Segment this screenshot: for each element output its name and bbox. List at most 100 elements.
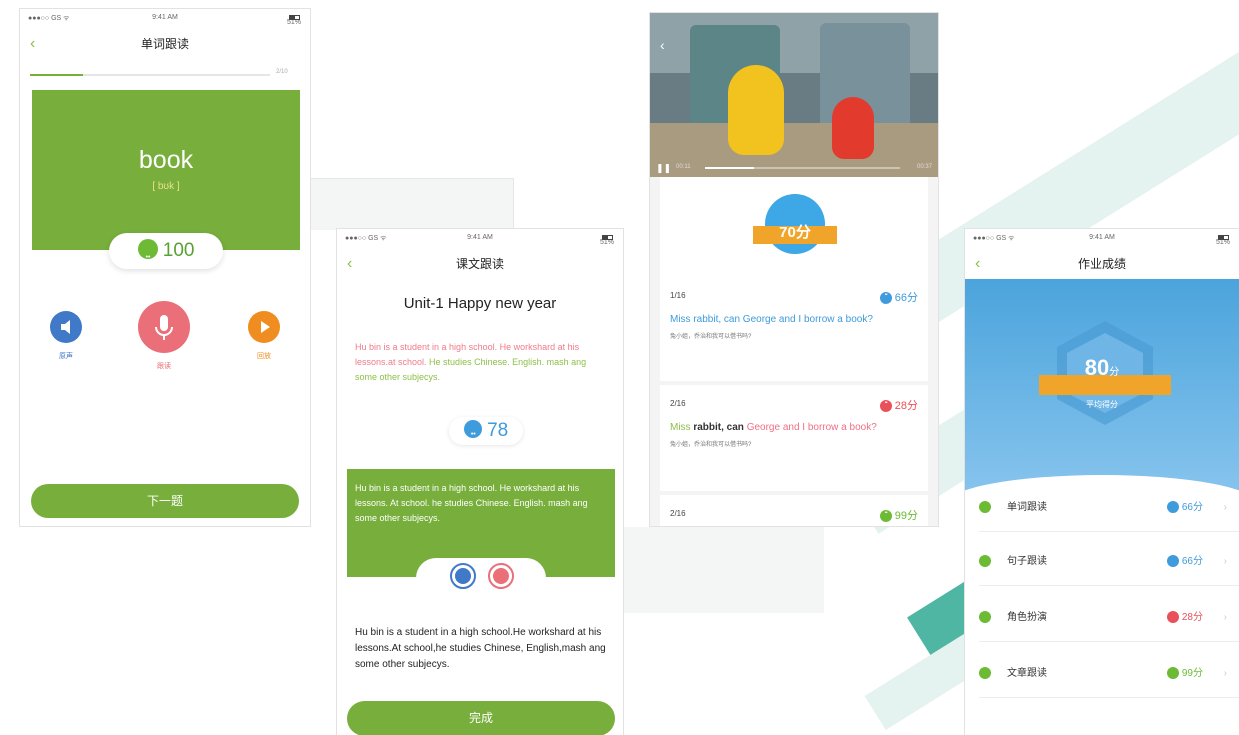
score-item-label: 单词跟读 xyxy=(1007,502,1047,513)
speaker-button[interactable] xyxy=(450,563,476,589)
average-label: 平均得分 xyxy=(1086,400,1118,409)
sentence-result-row[interactable]: 2/16 99分 xyxy=(660,495,928,526)
sentence-score-value: 28分 xyxy=(894,400,918,412)
battery-icon xyxy=(1218,234,1229,240)
phonetic-text: [ bʊk ] xyxy=(152,181,180,192)
status-bar: ●●●○○ GS ᯤ 9:41 AM 51% xyxy=(20,9,310,27)
back-chevron-icon[interactable]: ‹ xyxy=(347,251,352,277)
status-bar: ●●●○○ GS ᯤ 9:41 AM 51% xyxy=(965,229,1239,247)
score-item-word[interactable]: 单词跟读 66分 › xyxy=(979,484,1239,549)
sentence-english: Miss rabbit, can George and I borrow a b… xyxy=(670,314,873,325)
document-icon xyxy=(979,667,991,715)
score-badge-icon xyxy=(1166,611,1179,659)
sentence-result-row[interactable]: 1/16 66分 Miss rabbit, can George and I b… xyxy=(660,277,928,385)
back-chevron-icon[interactable]: ‹ xyxy=(660,37,665,53)
score-item-article[interactable]: 文章跟读 99分 › xyxy=(979,650,1239,715)
chevron-right-icon: › xyxy=(1223,612,1227,623)
action-label: 原声 xyxy=(59,353,73,360)
score-value: 78 xyxy=(487,420,509,441)
score-item-value: 66分 xyxy=(1166,484,1203,549)
sentence-score-value: 99分 xyxy=(894,510,918,522)
plain-passage: Hu bin is a student in a high school.He … xyxy=(355,627,606,670)
sentence-chinese: 兔小姐，乔治和我可以借书吗? xyxy=(670,334,752,340)
score-item-roleplay[interactable]: 角色扮演 28分 › xyxy=(979,594,1239,659)
sentence-part: Miss xyxy=(670,422,691,433)
page-title: 单词跟读 xyxy=(140,37,189,51)
audio-controls-tab xyxy=(416,558,546,598)
video-time-current: 00:11 xyxy=(676,164,691,170)
sentence-part: George and I borrow a book? xyxy=(746,422,877,433)
score-item-score: 66分 xyxy=(1181,502,1203,513)
chevron-right-icon: › xyxy=(1223,668,1227,679)
status-time: 9:41 AM xyxy=(467,234,493,241)
score-badge-icon xyxy=(879,400,892,413)
score-item-value: 28分 xyxy=(1166,594,1203,659)
face-icon xyxy=(979,611,991,659)
total-score: 70分 xyxy=(779,224,811,241)
current-passage-text: Hu bin is a student in a high school. He… xyxy=(355,483,588,523)
battery-indicator: 51% xyxy=(287,14,301,26)
homework-score-screen: ●●●○○ GS ᯤ 9:41 AM 51% ‹ 作业成绩 平均得分 80分 单… xyxy=(964,228,1239,735)
sentence-score: 99分 xyxy=(879,507,918,523)
status-time: 9:41 AM xyxy=(152,14,178,21)
yellow-character xyxy=(728,65,784,155)
status-time: 9:41 AM xyxy=(1089,234,1115,241)
scored-passage: Hu bin is a student in a high school. He… xyxy=(355,340,605,385)
nav-bar: ‹ 作业成绩 xyxy=(965,251,1239,277)
score-item-sentence[interactable]: 句子跟读 66分 › xyxy=(979,538,1239,603)
record-button[interactable]: 跟读 xyxy=(134,301,194,371)
back-chevron-icon[interactable]: ‹ xyxy=(975,251,980,277)
done-button[interactable]: 完成 xyxy=(347,701,615,735)
score-item-score: 28分 xyxy=(1181,612,1203,623)
score-value: 100 xyxy=(162,240,195,261)
score-badge-icon xyxy=(879,510,892,523)
average-score-hero: 平均得分 80分 xyxy=(965,279,1239,514)
score-item-label: 文章跟读 xyxy=(1007,668,1047,679)
quote-icon xyxy=(979,555,991,603)
playback-button[interactable]: 回放 xyxy=(234,311,294,361)
text-practice-screen: ●●●○○ GS ᯤ 9:41 AM 51% ‹ 课文跟读 Unit-1 Hap… xyxy=(336,228,624,735)
page-title: 课文跟读 xyxy=(455,257,504,271)
page-title: 作业成绩 xyxy=(1077,257,1126,271)
score-item-score: 66分 xyxy=(1181,556,1203,567)
original-audio-button[interactable]: 原声 xyxy=(36,311,96,361)
score-badge-icon xyxy=(1166,667,1179,715)
score-badge-icon xyxy=(1166,501,1179,549)
status-bar: ●●●○○ GS ᯤ 9:41 AM 51% xyxy=(337,229,623,247)
word-practice-screen: ●●●○○ GS ᯤ 9:41 AM 51% ‹ 单词跟读 2/10 book … xyxy=(19,8,311,527)
battery-indicator: 51% xyxy=(600,234,614,246)
score-pill: 100 xyxy=(109,233,223,276)
play-icon xyxy=(248,311,280,343)
battery-indicator: 51% xyxy=(1216,234,1230,246)
sentence-score: 28分 xyxy=(879,397,918,413)
action-label: 跟读 xyxy=(157,363,171,370)
nav-bar: ‹ 单词跟读 xyxy=(20,31,310,57)
battery-percent: 51% xyxy=(287,19,302,26)
speaker-icon xyxy=(455,568,471,584)
average-score-unit: 分 xyxy=(1109,367,1120,378)
score-item-label: 角色扮演 xyxy=(1007,612,1047,623)
battery-percent: 51% xyxy=(600,239,615,246)
microphone-button[interactable] xyxy=(488,563,514,589)
word-text: book xyxy=(138,146,194,174)
unit-heading: Unit-1 Happy new year xyxy=(403,295,557,312)
chevron-right-icon: › xyxy=(1223,556,1227,567)
score-pill: 78 xyxy=(449,417,523,449)
pause-icon[interactable]: ❚❚ xyxy=(656,163,671,174)
microphone-icon xyxy=(493,568,509,584)
sentence-part: rabbit, can xyxy=(690,422,747,433)
sentence-english: Miss rabbit, can George and I borrow a b… xyxy=(670,420,918,436)
red-character xyxy=(832,97,874,159)
score-badge-icon xyxy=(137,239,158,276)
sentence-chinese: 兔小姐，乔治和我可以借书吗? xyxy=(670,442,752,448)
video-time-total: 00:37 xyxy=(916,164,932,170)
next-button[interactable]: 下一题 xyxy=(31,484,299,518)
video-progress-bar[interactable] xyxy=(705,167,900,169)
speaker-icon xyxy=(50,311,82,343)
score-item-score: 99分 xyxy=(1181,668,1203,679)
nav-bar: ‹ 课文跟读 xyxy=(337,251,623,277)
progress-fill xyxy=(30,74,83,76)
sentence-result-row[interactable]: 2/16 28分 Miss rabbit, can George and I b… xyxy=(660,385,928,495)
video-player[interactable]: ❚❚ 00:11 00:37 ‹ xyxy=(650,13,938,177)
back-chevron-icon[interactable]: ‹ xyxy=(30,31,35,57)
